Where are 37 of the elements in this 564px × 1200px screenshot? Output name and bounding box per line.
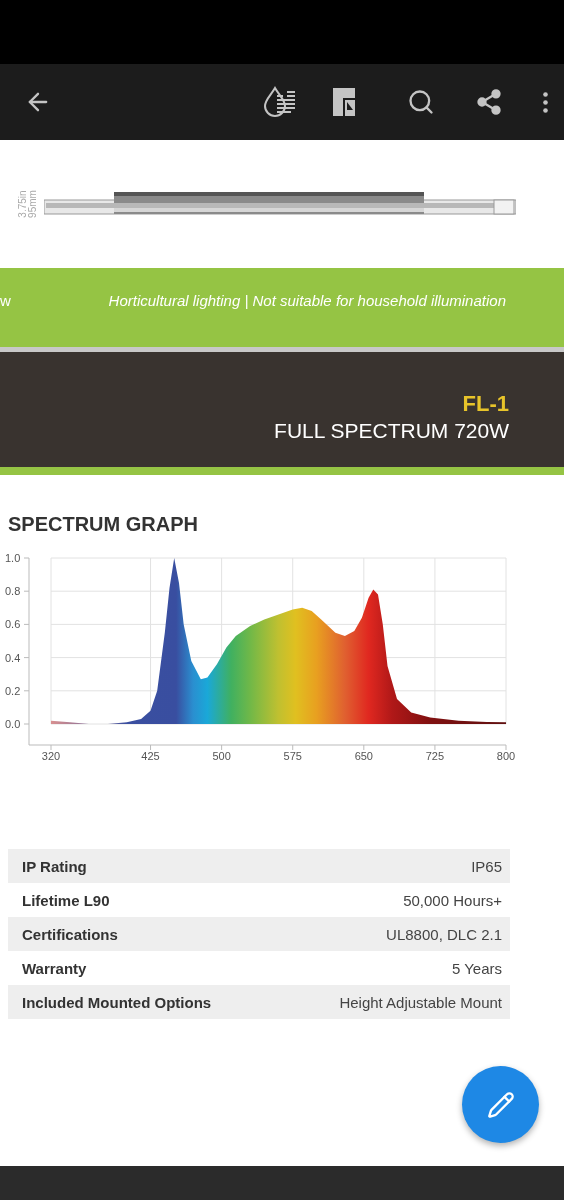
share-icon bbox=[475, 88, 503, 116]
spec-label: IP Rating bbox=[22, 857, 87, 875]
x-tick-label: 425 bbox=[141, 750, 160, 762]
x-tick-label: 650 bbox=[354, 750, 373, 762]
model-name: FL-1 bbox=[462, 391, 509, 417]
spec-value: 5 Years bbox=[451, 959, 502, 977]
y-tick-label: 0.6 bbox=[5, 618, 21, 631]
x-tick-label: 575 bbox=[283, 750, 302, 762]
edit-button[interactable] bbox=[462, 1066, 539, 1143]
spec-value: Height Adjustable Mount bbox=[339, 993, 502, 1011]
search-icon bbox=[407, 88, 435, 116]
x-tick-label: 800 bbox=[496, 750, 516, 762]
x-tick-label: 320 bbox=[41, 750, 61, 762]
more-icon bbox=[543, 91, 548, 113]
model-subtitle: FULL SPECTRUM 720W bbox=[274, 419, 509, 443]
y-tick-label: 0.4 bbox=[5, 651, 21, 664]
spec-label: Lifetime L90 bbox=[22, 891, 110, 909]
pencil-icon bbox=[486, 1090, 515, 1119]
y-tick-label: 0.2 bbox=[5, 684, 21, 697]
dimension-label: 3.75in bbox=[18, 190, 28, 218]
cut-off-text: w bbox=[0, 292, 12, 309]
y-tick-label: 0.8 bbox=[5, 585, 21, 598]
spec-label: Certifications bbox=[22, 925, 118, 943]
y-tick-label: 0.0 bbox=[5, 718, 21, 730]
x-tick-label: 500 bbox=[212, 750, 231, 762]
y-tick-label: 1.0 bbox=[5, 552, 21, 564]
dimension-label: 95mm bbox=[28, 190, 38, 218]
document-icon bbox=[333, 88, 355, 116]
spec-label: Warranty bbox=[22, 959, 87, 977]
spec-value: 50,000 Hours+ bbox=[403, 891, 502, 909]
section-heading: SPECTRUM GRAPH bbox=[8, 513, 199, 536]
spec-label: Included Mounted Options bbox=[22, 993, 212, 1011]
droplet-lines-icon bbox=[263, 86, 297, 118]
spec-value: UL8800, DLC 2.1 bbox=[386, 925, 502, 943]
spec-value: IP65 bbox=[471, 857, 502, 875]
notice-text: Horticultural lighting | Not suitable for household illumination bbox=[108, 292, 506, 309]
x-tick-label: 725 bbox=[425, 750, 445, 762]
